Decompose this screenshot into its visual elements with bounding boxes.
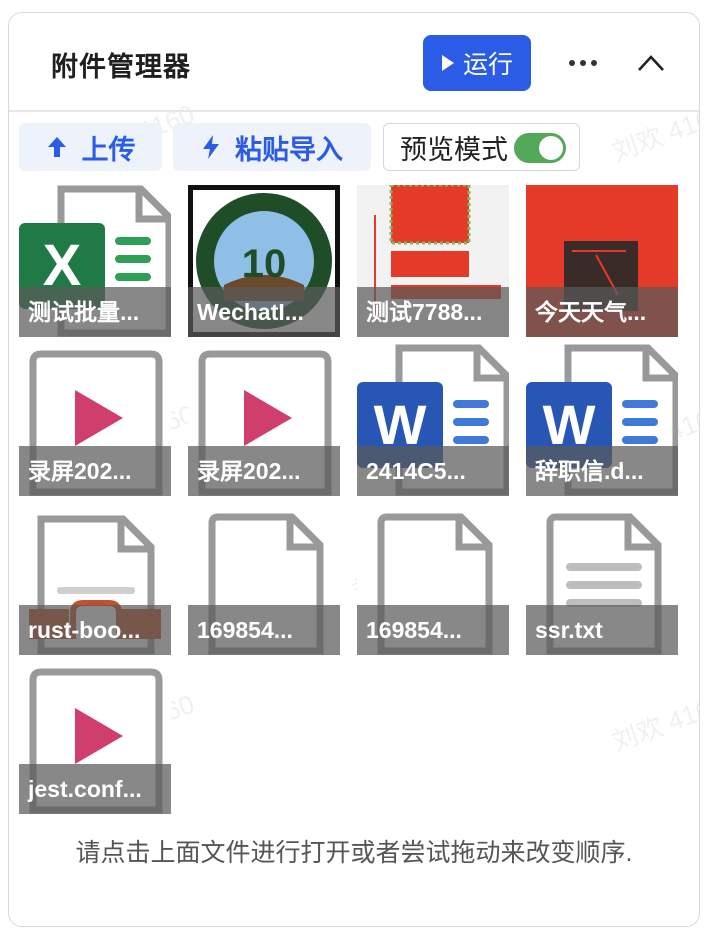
file-tile[interactable]: jest.conf...	[19, 662, 171, 814]
file-tile[interactable]: 今天天气...	[526, 185, 678, 337]
preview-mode-label: 预览模式	[400, 134, 508, 165]
file-tile[interactable]: rust-boo...	[19, 503, 171, 655]
file-name: WechatI...	[188, 287, 340, 337]
usage-hint: 请点击上面文件进行打开或者尝试拖动来改变顺序.	[75, 839, 633, 867]
file-tile[interactable]: 录屏202...	[188, 344, 340, 496]
attachment-manager-panel: 刘欢 4160 刘欢 4160 刘欢 4160 刘欢 4160 刘欢 4160 …	[8, 12, 700, 927]
toggle-knob	[539, 136, 563, 160]
paste-import-button-label: 粘贴导入	[235, 134, 343, 165]
file-name: 录屏202...	[19, 446, 171, 496]
file-tile[interactable]: 10 WechatI...	[188, 185, 340, 337]
panel-title: 附件管理器	[51, 52, 191, 82]
lightning-icon	[203, 135, 219, 159]
file-name: 辞职信.d...	[526, 446, 678, 496]
file-tile[interactable]: 169854...	[188, 503, 340, 655]
file-name: rust-boo...	[19, 605, 171, 655]
upload-button[interactable]: 上传	[19, 123, 162, 171]
file-tile[interactable]: 测试7788...	[357, 185, 509, 337]
file-tile[interactable]: ssr.txt	[526, 503, 678, 655]
file-tile[interactable]: W 2414C5...	[357, 344, 509, 496]
file-tile[interactable]: 169854...	[357, 503, 509, 655]
chevron-up-icon	[638, 55, 664, 71]
paste-import-button[interactable]: 粘贴导入	[173, 123, 371, 171]
file-name: 2414C5...	[357, 446, 509, 496]
svg-text:10: 10	[242, 242, 287, 286]
file-name: 169854...	[357, 605, 509, 655]
collapse-button[interactable]	[629, 41, 673, 85]
file-tile[interactable]: W 辞职信.d...	[526, 344, 678, 496]
more-options-button[interactable]	[561, 41, 605, 85]
watermark: 刘欢 4160	[607, 688, 700, 758]
play-icon	[441, 55, 454, 71]
file-name: 169854...	[188, 605, 340, 655]
arrow-up-icon	[47, 137, 66, 157]
file-name: ssr.txt	[526, 605, 678, 655]
file-tile[interactable]: X 测试批量...	[19, 185, 171, 337]
file-name: jest.conf...	[19, 764, 171, 814]
panel-header: 附件管理器 运行	[9, 13, 699, 112]
upload-button-label: 上传	[81, 134, 136, 165]
preview-mode-control: 预览模式	[383, 123, 580, 171]
toolbar: 上传 粘贴导入 预览模式	[9, 123, 699, 175]
file-name: 测试7788...	[357, 287, 509, 337]
run-button-label: 运行	[462, 51, 513, 79]
file-name: 今天天气...	[526, 287, 678, 337]
ellipsis-icon	[569, 60, 597, 66]
file-tile[interactable]: 录屏202...	[19, 344, 171, 496]
file-name: 测试批量...	[19, 287, 171, 337]
preview-mode-toggle[interactable]	[514, 133, 566, 163]
run-button[interactable]: 运行	[423, 35, 531, 91]
file-name: 录屏202...	[188, 446, 340, 496]
